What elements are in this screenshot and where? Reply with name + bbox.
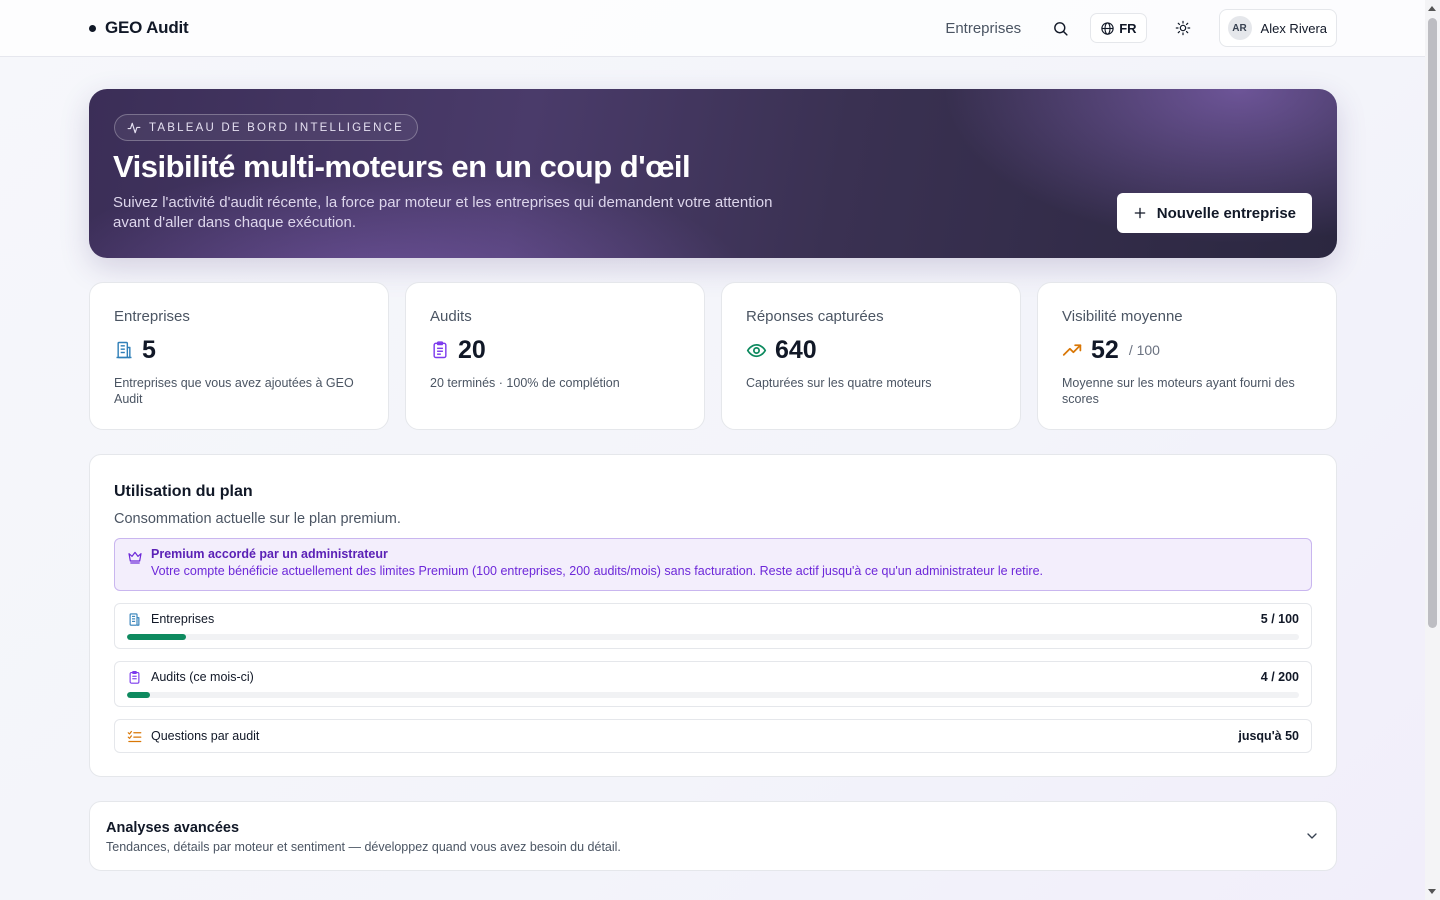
stat-label: Audits — [430, 308, 472, 325]
building-icon — [129, 612, 140, 626]
advanced-subtitle: Tendances, détails par moteur et sentime… — [106, 840, 621, 854]
stat-value: 5 — [142, 335, 156, 364]
page-title: Visibilité multi-moteurs en un coup d'œi… — [113, 149, 691, 184]
stat-label: Visibilité moyenne — [1062, 308, 1183, 325]
avatar: AR — [1227, 16, 1252, 40]
brand-dot-icon — [89, 24, 96, 32]
usage-value: 4 / 200 — [1260, 670, 1299, 684]
usage-value: jusqu'à 50 — [1238, 729, 1299, 743]
stat-card-entreprises: Entreprises 5 Entreprises que vous avez … — [89, 282, 389, 430]
chevron-down-icon[interactable] — [1304, 828, 1320, 844]
stat-value: 52 — [1091, 335, 1119, 364]
stat-note: Moyenne sur les moteurs ayant fourni des… — [1062, 376, 1295, 406]
new-company-label: Nouvelle entreprise — [1156, 204, 1296, 222]
stat-card-responses: Réponses capturées 640 Capturées sur les… — [721, 282, 1021, 430]
page-scrollbar[interactable] — [1425, 0, 1440, 900]
globe-icon — [1101, 21, 1114, 35]
usage-progress-fill — [127, 634, 186, 640]
list-checks-icon — [127, 730, 142, 742]
plan-usage-card: Utilisation du plan Consommation actuell… — [89, 454, 1337, 777]
usage-label: Entreprises — [151, 612, 215, 626]
usage-progress-bar — [127, 634, 1299, 640]
sun-icon — [1175, 20, 1190, 36]
stat-label: Entreprises — [114, 308, 190, 325]
scroll-thumb[interactable] — [1428, 18, 1437, 628]
usage-row-questions: Questions par audit jusqu'à 50 — [114, 719, 1312, 753]
premium-title: Premium accordé par un administrateur — [151, 547, 388, 561]
user-menu-button[interactable]: AR Alex Rivera — [1218, 9, 1337, 47]
hero-banner: TABLEAU DE BORD INTELLIGENCE Visibilité … — [89, 89, 1337, 258]
top-navigation-bar: GEO Audit Entreprises FR AR Alex Rivera — [0, 0, 1425, 57]
stat-value: 20 — [458, 335, 486, 364]
scroll-down-icon[interactable] — [1428, 889, 1436, 894]
usage-label: Questions par audit — [151, 729, 260, 743]
stat-card-audits: Audits 20 20 terminés · 100% de compléti… — [405, 282, 705, 430]
plus-icon — [1134, 207, 1146, 219]
stat-value: 640 — [775, 335, 817, 364]
language-code: FR — [1119, 20, 1137, 36]
advanced-analytics-collapsible[interactable]: Analyses avancées Tendances, détails par… — [89, 801, 1337, 871]
premium-notice: Premium accordé par un administrateur Vo… — [114, 538, 1312, 591]
brand-logo[interactable]: GEO Audit — [89, 18, 189, 38]
advanced-title: Analyses avancées — [106, 820, 240, 836]
brand-name: GEO Audit — [105, 18, 189, 37]
activity-icon — [127, 122, 141, 133]
user-name: Alex Rivera — [1260, 20, 1327, 36]
clipboard-icon — [129, 670, 140, 684]
search-button[interactable] — [1043, 11, 1077, 45]
stat-note: 20 terminés · 100% de complétion — [430, 376, 620, 390]
search-icon — [1053, 21, 1068, 36]
crown-icon — [128, 551, 142, 564]
stat-suffix: / 100 — [1128, 342, 1160, 358]
header-actions: Entreprises FR AR Alex Rivera — [945, 9, 1337, 47]
stat-note: Entreprises que vous avez ajoutées à GEO… — [114, 376, 354, 406]
usage-row-entreprises: Entreprises 5 / 100 — [114, 603, 1312, 649]
theme-toggle-button[interactable] — [1166, 11, 1200, 45]
building-icon — [116, 341, 132, 359]
scroll-up-icon[interactable] — [1428, 6, 1436, 11]
plan-subtitle: Consommation actuelle sur le plan premiu… — [114, 511, 401, 527]
nav-link-entreprises[interactable]: Entreprises — [945, 20, 1021, 37]
usage-label: Audits (ce mois-ci) — [151, 670, 254, 684]
usage-progress-bar — [127, 692, 1299, 698]
hero-description: Suivez l'activité d'audit récente, la fo… — [113, 194, 773, 231]
eye-icon — [746, 343, 767, 357]
new-company-button[interactable]: Nouvelle entreprise — [1116, 193, 1312, 233]
clipboard-icon — [433, 341, 447, 359]
plan-title: Utilisation du plan — [114, 483, 253, 500]
trending-up-icon — [1062, 343, 1082, 356]
hero-badge-label: TABLEAU DE BORD INTELLIGENCE — [149, 121, 405, 134]
usage-value: 5 / 100 — [1260, 612, 1299, 626]
language-switcher[interactable]: FR — [1090, 13, 1147, 43]
premium-text: Votre compte bénéficie actuellement des … — [151, 564, 1044, 578]
hero-badge: TABLEAU DE BORD INTELLIGENCE — [114, 114, 419, 141]
stat-label: Réponses capturées — [746, 308, 884, 325]
stat-note: Capturées sur les quatre moteurs — [746, 376, 932, 390]
stat-cards: Entreprises 5 Entreprises que vous avez … — [89, 282, 1337, 430]
usage-row-audits: Audits (ce mois-ci) 4 / 200 — [114, 661, 1312, 707]
usage-progress-fill — [127, 692, 151, 698]
stat-card-visibility: Visibilité moyenne 52 / 100 Moyenne sur … — [1037, 282, 1337, 430]
